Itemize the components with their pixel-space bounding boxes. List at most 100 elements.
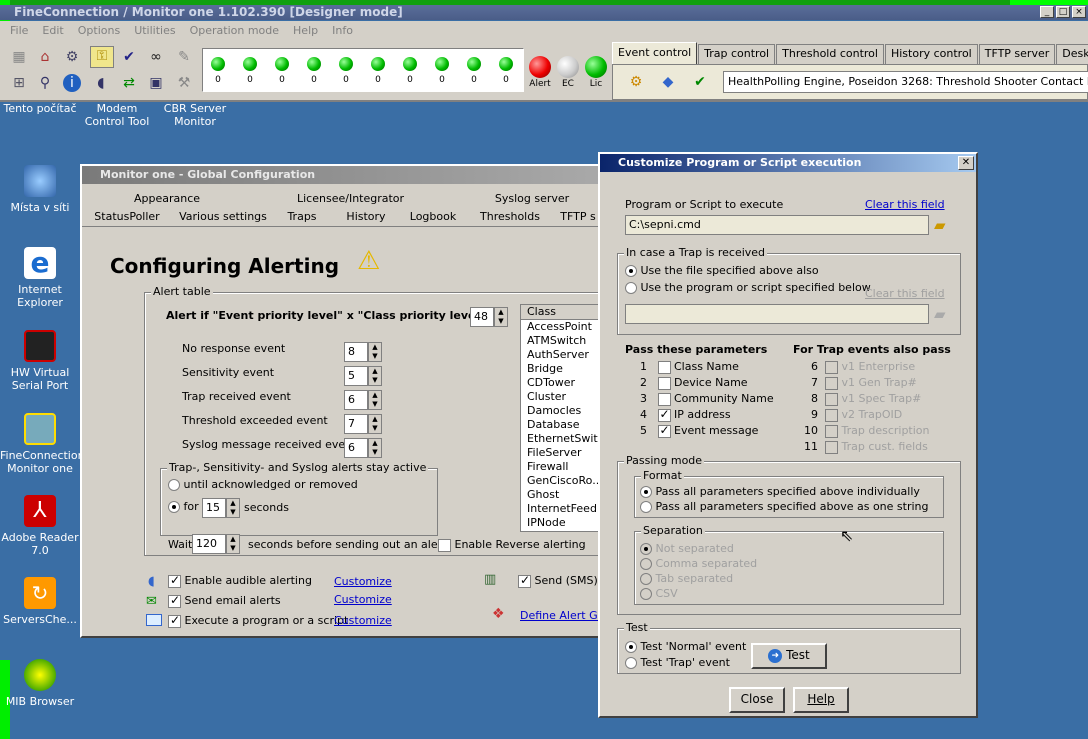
menu-edit[interactable]: Edit [42, 21, 63, 41]
close-icon[interactable]: ✕ [958, 156, 974, 170]
checkbox[interactable] [168, 613, 181, 628]
checkbox[interactable] [518, 573, 531, 588]
new-icon[interactable]: ▦ [10, 48, 28, 66]
program-input[interactable]: C:\sepni.cmd [625, 215, 929, 235]
tab-syslog-server[interactable]: Syslog server [492, 190, 572, 207]
seconds-input[interactable]: 15 [202, 498, 226, 518]
desktop-icon-cbr-server[interactable]: CBR Server Monitor [155, 102, 235, 128]
key-icon[interactable]: ⚿ [90, 46, 114, 68]
desktop-icon-serverscheck[interactable]: ↻ ServersChe... [0, 577, 80, 626]
desktop-icon-modem-control[interactable]: Modem Control Tool [77, 102, 157, 128]
checkbox[interactable] [657, 376, 671, 390]
checkbox[interactable] [657, 407, 671, 422]
checkbox[interactable] [657, 360, 671, 374]
desktop-icon-fineconnection[interactable]: FineConnection Monitor one [0, 413, 85, 475]
list-item[interactable]: GenCiscoRo... [521, 474, 601, 488]
check-icon[interactable]: ✔ [120, 48, 138, 66]
folder-icon[interactable]: ▰ [934, 216, 946, 234]
radio[interactable] [625, 657, 637, 669]
customize-audible-link[interactable]: Customize [334, 575, 392, 588]
param-row[interactable]: 1 Class Name [640, 360, 739, 374]
lic-led[interactable] [585, 56, 607, 78]
network-icon[interactable]: ⊞ [10, 74, 28, 92]
priority-input[interactable]: 8 [344, 342, 368, 362]
list-item[interactable]: Damocles [521, 404, 601, 418]
list-item[interactable]: AuthServer [521, 348, 601, 362]
desktop-icon-hw-virtual-serial[interactable]: HW Virtual Serial Port [0, 330, 80, 392]
list-item[interactable]: Firewall [521, 460, 601, 474]
tab-various-settings[interactable]: Various settings [179, 208, 267, 225]
desktop-icon-internet-explorer[interactable]: e Internet Explorer [0, 247, 80, 310]
tab-logbook[interactable]: Logbook [408, 208, 458, 225]
threshold-stepper[interactable]: ▲ ▼ [494, 307, 508, 327]
clear-field-link[interactable]: Clear this field [865, 198, 945, 211]
radio[interactable] [640, 501, 652, 513]
list-item[interactable]: Bridge [521, 362, 601, 376]
checkbox[interactable] [657, 423, 671, 438]
menu-operation-mode[interactable]: Operation mode [190, 21, 279, 41]
param-row[interactable]: 4 IP address [640, 407, 731, 422]
help-button[interactable]: Help [793, 687, 849, 713]
desktop-icon-adobe-reader[interactable]: ⅄ Adobe Reader 7.0 [0, 495, 80, 557]
list-item[interactable]: Ghost [521, 488, 601, 502]
priority-input[interactable]: 5 [344, 366, 368, 386]
tab-thresholds[interactable]: Thresholds [480, 208, 540, 225]
radio[interactable] [640, 486, 652, 498]
param-row[interactable]: 2 Device Name [640, 376, 748, 390]
list-item[interactable]: ATMSwitch [521, 334, 601, 348]
edit-icon[interactable]: ✎ [175, 48, 193, 66]
info-icon[interactable]: i [63, 74, 81, 92]
menu-utilities[interactable]: Utilities [134, 21, 175, 41]
priority-stepper[interactable]: ▲ ▼ [368, 414, 382, 434]
tab-licensee[interactable]: Licensee/Integrator [297, 190, 404, 207]
list-item[interactable]: FileServer [521, 446, 601, 460]
alert-led[interactable] [529, 56, 551, 78]
transfer-icon[interactable]: ⇄ [120, 74, 138, 92]
gear-icon[interactable]: ⚙ [63, 48, 81, 66]
customize-email-link[interactable]: Customize [334, 593, 392, 606]
search-icon[interactable]: ⚲ [36, 74, 54, 92]
radio[interactable] [168, 479, 180, 491]
tab-statuspoller[interactable]: StatusPoller [92, 208, 162, 225]
tools-icon[interactable]: ⚒ [175, 74, 193, 92]
test-button[interactable]: ➜ Test [751, 643, 827, 669]
checkbox[interactable] [168, 593, 181, 608]
checkbox[interactable] [168, 573, 181, 588]
list-item[interactable]: EthernetSwitch [521, 432, 601, 446]
desktop-icon-network-places[interactable]: Místa v síti [0, 165, 80, 214]
close-icon[interactable]: × [1072, 6, 1086, 18]
param-row[interactable]: 5 Event message [640, 423, 758, 438]
priority-input[interactable]: 7 [344, 414, 368, 434]
priority-input[interactable]: 6 [344, 438, 368, 458]
list-item[interactable]: IPNode [521, 516, 601, 530]
radio[interactable] [625, 282, 637, 294]
menu-file[interactable]: File [10, 21, 28, 41]
seconds-stepper[interactable]: ▲ ▼ [226, 498, 240, 518]
tab-trap-control[interactable]: Trap control [698, 44, 776, 64]
speaker-icon[interactable]: ◖ [92, 74, 110, 92]
priority-stepper[interactable]: ▲ ▼ [368, 438, 382, 458]
priority-stepper[interactable]: ▲ ▼ [368, 366, 382, 386]
home-icon[interactable]: ⌂ [36, 48, 54, 66]
minimize-icon[interactable]: _ [1040, 6, 1054, 18]
gear-icon[interactable]: ⚙ [627, 73, 645, 91]
tab-appearance[interactable]: Appearance [122, 190, 212, 207]
tab-desktop[interactable]: Desktop [1056, 44, 1088, 64]
radio[interactable] [168, 501, 180, 513]
tab-history-control[interactable]: History control [884, 44, 978, 64]
desktop-icon-my-computer[interactable]: Tento počítač [0, 102, 80, 115]
ec-led[interactable] [557, 56, 579, 78]
list-item[interactable]: Cluster [521, 390, 601, 404]
audible-checkbox[interactable]: Enable audible alerting [168, 573, 312, 588]
radio[interactable] [625, 641, 637, 653]
tab-history[interactable]: History [344, 208, 388, 225]
param-row[interactable]: 3 Community Name [640, 392, 774, 406]
for-option[interactable]: for [168, 500, 199, 513]
test-normal-option[interactable]: Test 'Normal' event [625, 640, 746, 653]
check-icon[interactable]: ✔ [691, 73, 709, 91]
close-button[interactable]: Close [729, 687, 785, 713]
threshold-input[interactable]: 48 [470, 307, 494, 327]
wait-input[interactable]: 120 [192, 534, 226, 554]
list-item[interactable]: CDTower [521, 376, 601, 390]
maximize-icon[interactable]: □ [1056, 6, 1070, 18]
